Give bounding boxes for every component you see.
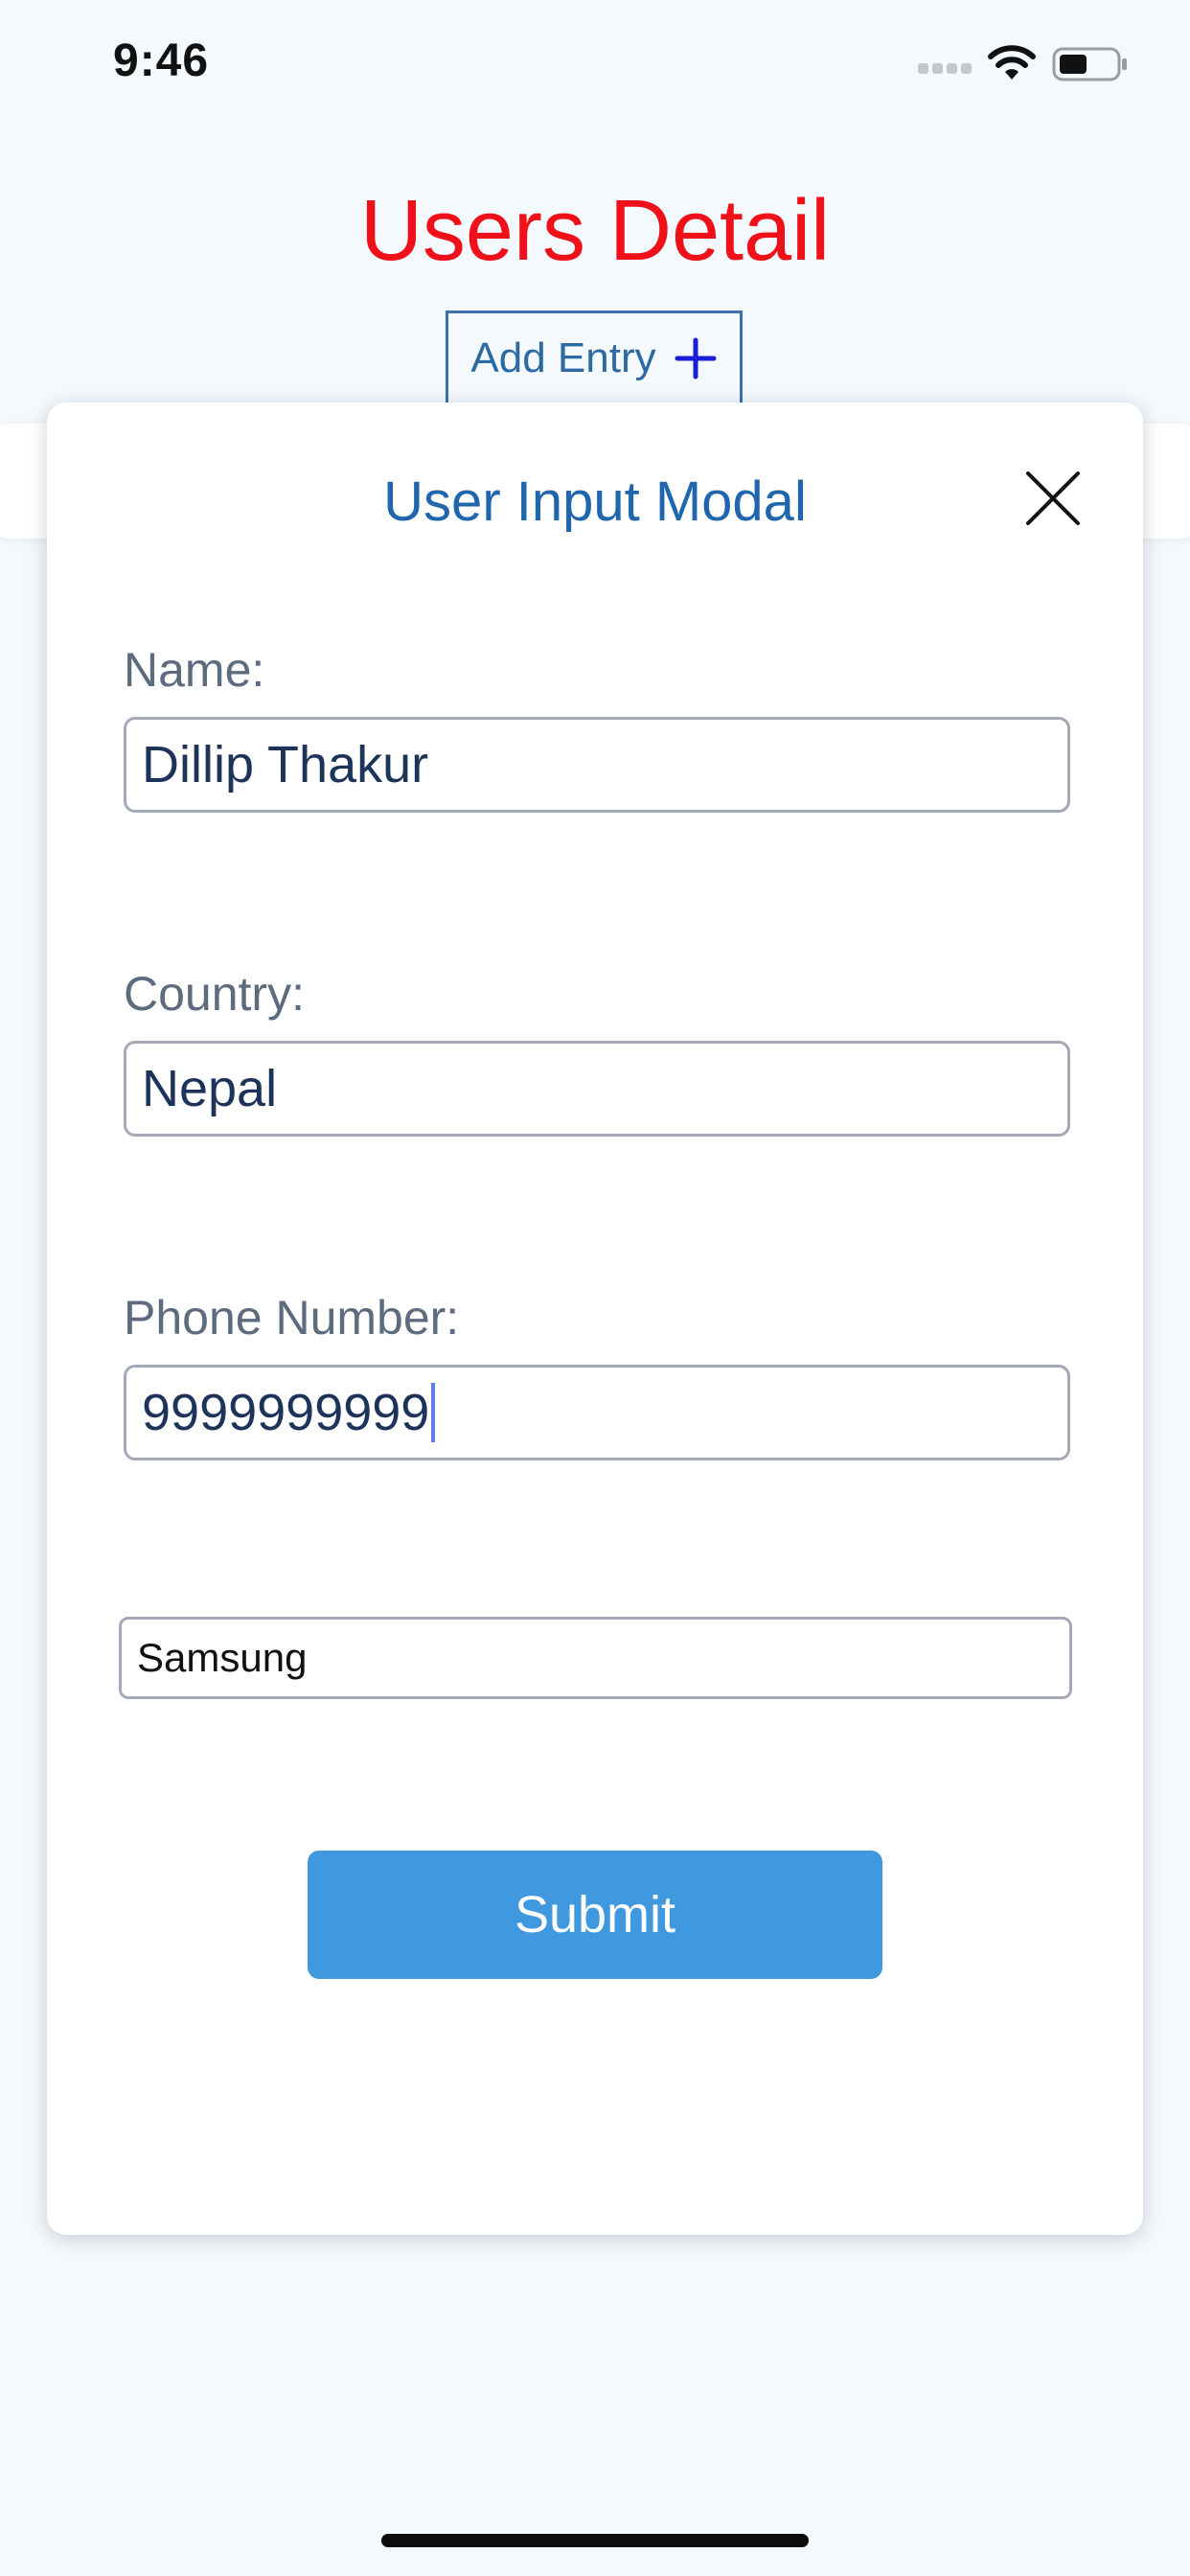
status-bar: 9:46 — [0, 0, 1190, 134]
wifi-icon — [988, 45, 1036, 80]
phone-input[interactable]: 9999999999 — [124, 1365, 1070, 1460]
country-input[interactable]: Nepal — [124, 1041, 1070, 1137]
device-input[interactable]: Samsung — [119, 1617, 1072, 1699]
phone-value: 9999999999 — [142, 1384, 430, 1441]
page-title: Users Detail — [359, 183, 831, 279]
home-indicator — [381, 2534, 809, 2547]
add-entry-button[interactable]: Add Entry — [446, 310, 743, 406]
submit-button[interactable]: Submit — [308, 1851, 882, 1979]
battery-icon — [1052, 47, 1127, 81]
status-time: 9:46 — [113, 35, 210, 86]
user-input-modal: User Input Modal Name: Dillip Thakur Cou… — [47, 402, 1143, 2235]
name-value: Dillip Thakur — [142, 736, 429, 794]
name-label: Name: — [124, 643, 265, 697]
country-value: Nepal — [142, 1060, 278, 1117]
modal-title: User Input Modal — [383, 471, 807, 533]
close-icon[interactable] — [1017, 462, 1089, 535]
add-entry-label: Add Entry — [470, 334, 656, 381]
phone-label: Phone Number: — [124, 1291, 460, 1345]
signal-dots-icon — [918, 63, 972, 74]
submit-label: Submit — [514, 1886, 676, 1944]
country-label: Country: — [124, 967, 305, 1021]
text-caret — [431, 1383, 436, 1442]
device-value: Samsung — [137, 1635, 308, 1680]
name-input[interactable]: Dillip Thakur — [124, 717, 1070, 813]
plus-icon — [675, 337, 717, 380]
